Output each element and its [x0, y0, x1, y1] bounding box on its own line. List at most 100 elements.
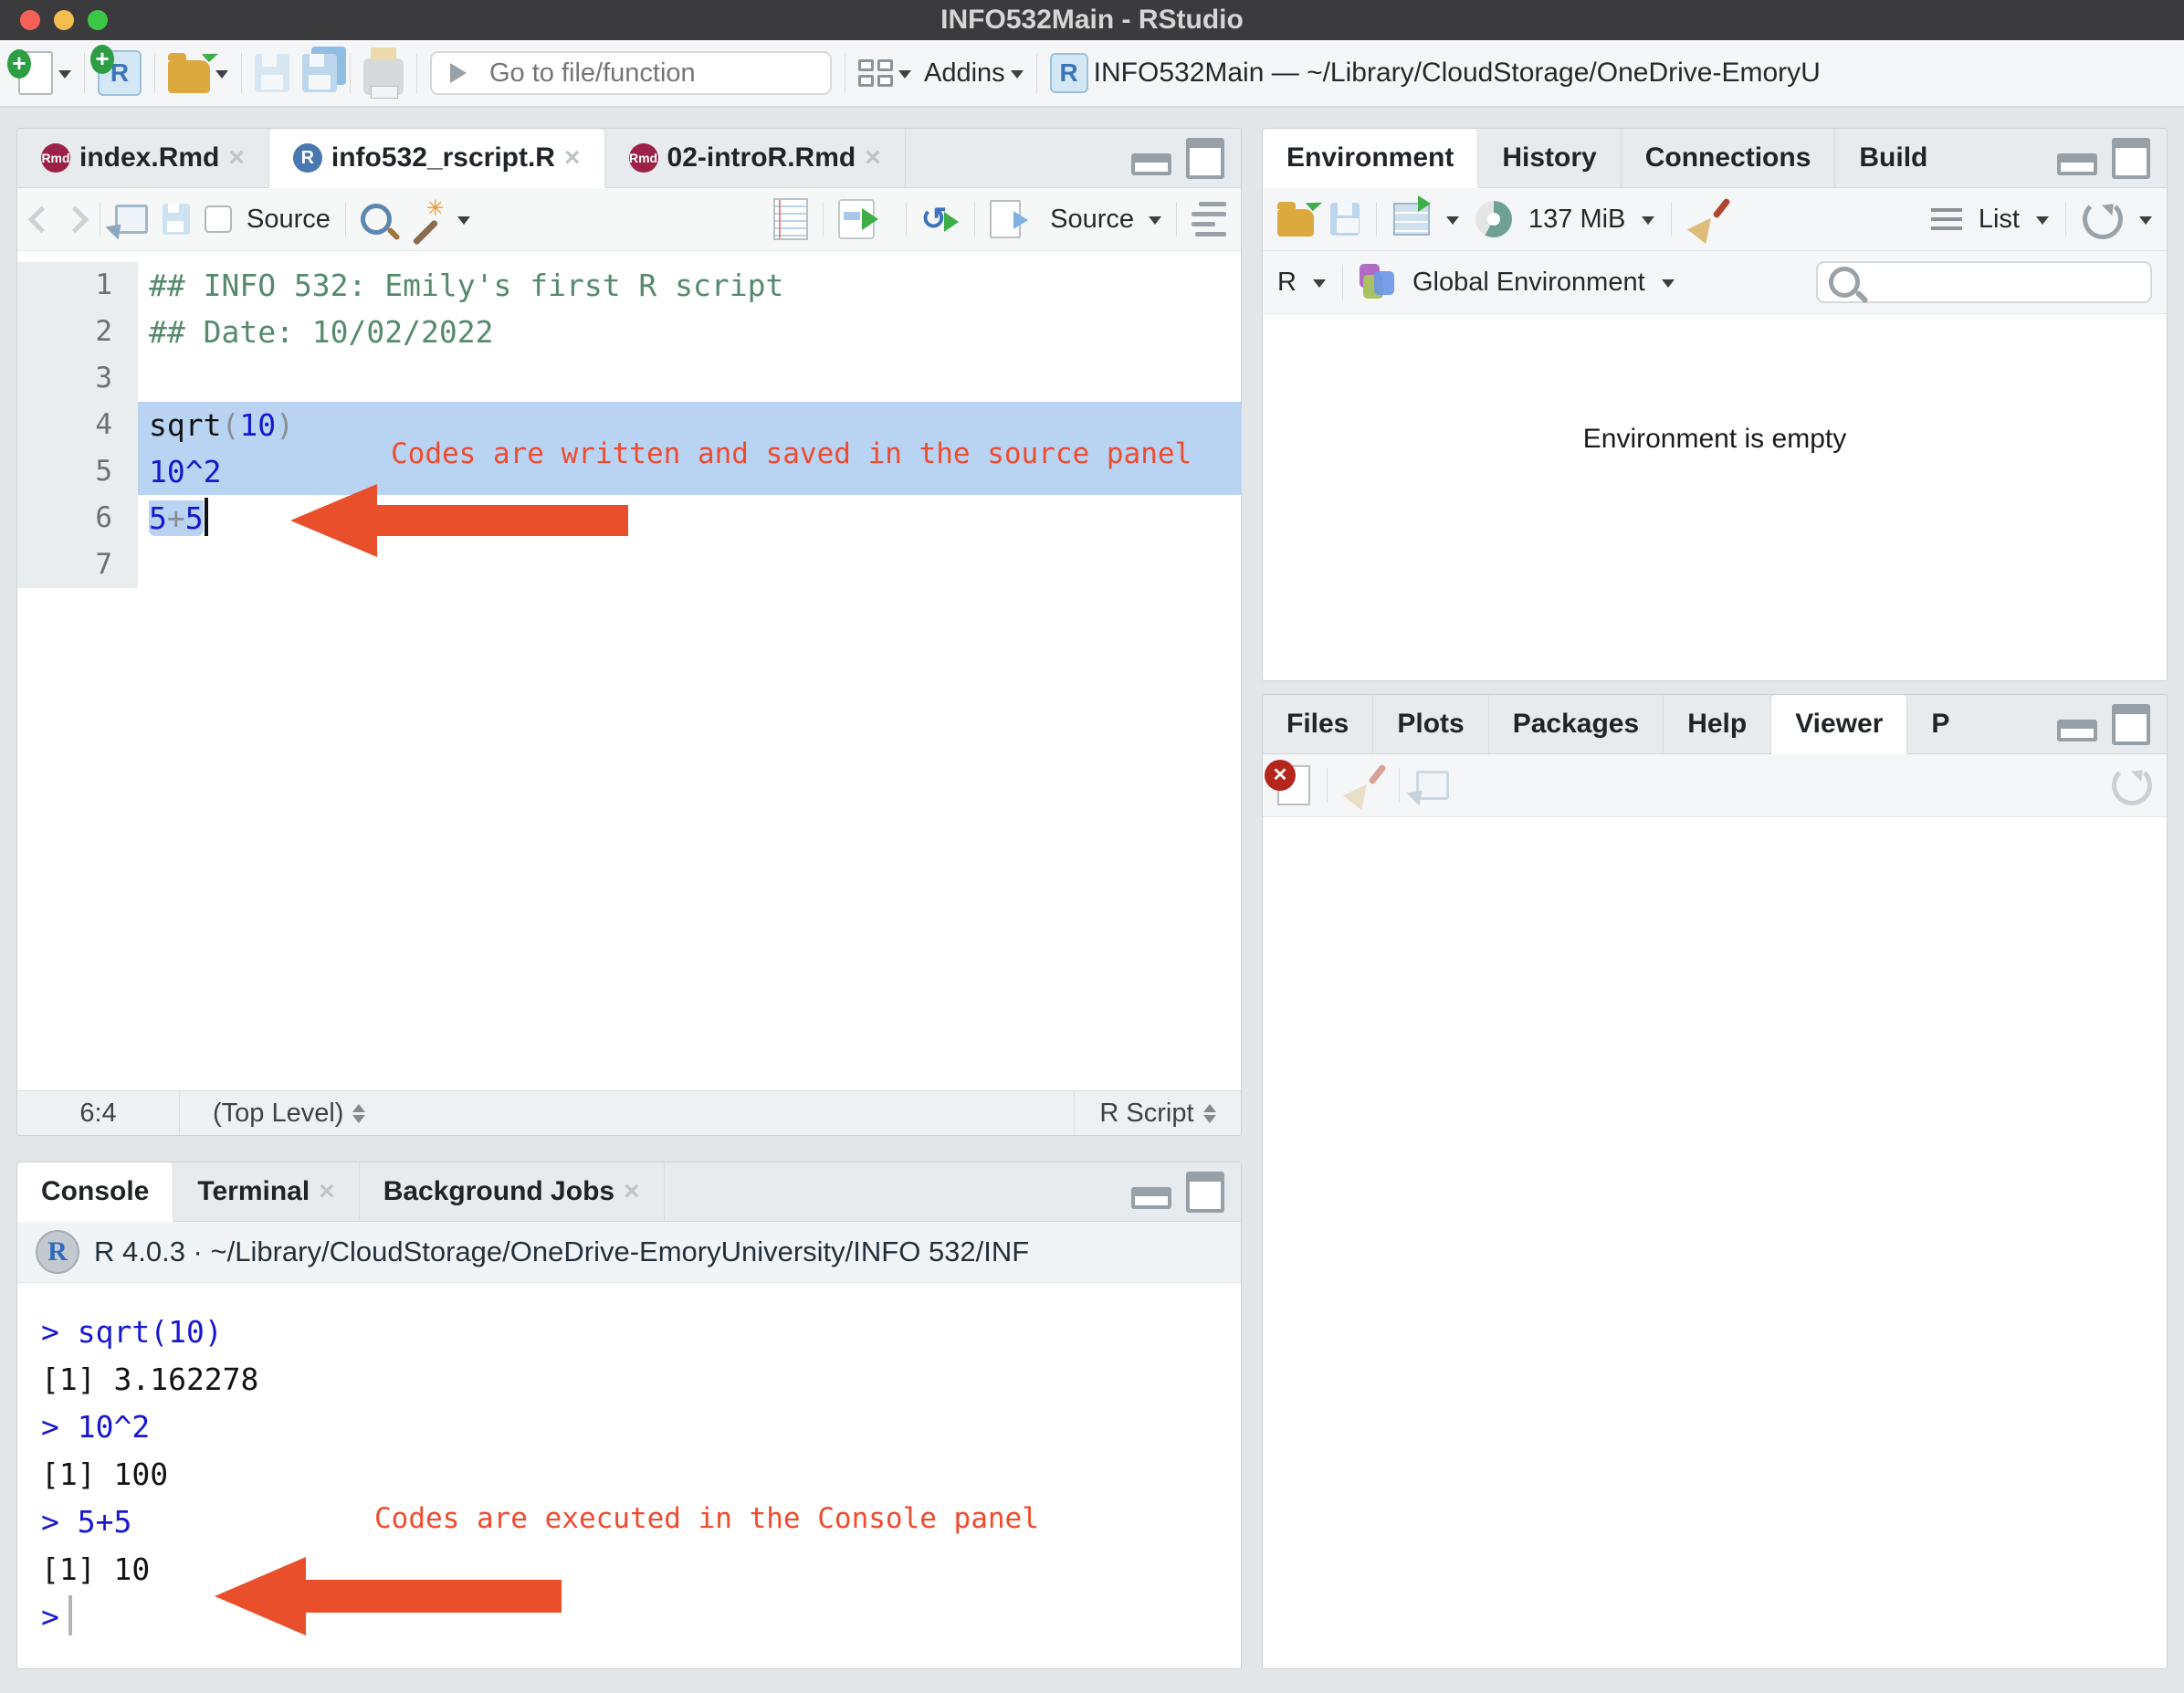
r-logo-icon: R [36, 1230, 79, 1274]
memory-usage-icon[interactable] [1475, 201, 1512, 237]
scope-selector[interactable]: (Top Level) [180, 1091, 1074, 1135]
code-token: ## Date: 10/02/2022 [149, 314, 494, 350]
print-button[interactable] [363, 51, 404, 95]
new-file-button[interactable]: + [18, 51, 71, 95]
refresh-viewer-icon[interactable] [2112, 765, 2152, 805]
forward-icon[interactable] [62, 205, 89, 233]
tab-history[interactable]: History [1478, 129, 1621, 187]
maximize-pane-icon[interactable] [1186, 1172, 1224, 1213]
import-dataset-icon[interactable] [1393, 203, 1430, 236]
tab-connections[interactable]: Connections [1622, 129, 1836, 187]
search-icon [1829, 267, 1860, 298]
tab-index-rmd[interactable]: Rmd index.Rmd × [17, 129, 269, 187]
rmd-file-icon: Rmd [629, 143, 658, 173]
close-icon[interactable]: × [624, 1176, 640, 1207]
console-prompt: > [41, 1504, 59, 1540]
source-on-save-label: Source [247, 205, 331, 235]
save-all-button[interactable] [302, 54, 337, 92]
chevron-down-icon [1149, 216, 1161, 231]
tab-background-jobs[interactable]: Background Jobs × [360, 1162, 665, 1221]
environment-search-box[interactable] [1816, 261, 2152, 303]
list-view-label[interactable]: List [1979, 205, 2020, 235]
document-outline-icon[interactable] [1192, 202, 1226, 237]
save-source-icon[interactable] [163, 204, 190, 235]
close-icon[interactable]: × [228, 142, 245, 174]
tab-environment[interactable]: Environment [1263, 129, 1478, 188]
tab-terminal[interactable]: Terminal × [173, 1162, 359, 1221]
tab-console[interactable]: Console [17, 1162, 173, 1222]
tab-help[interactable]: Help [1664, 695, 1771, 753]
chevron-down-icon [1011, 70, 1024, 85]
tab-viewer[interactable]: Viewer [1771, 695, 1907, 754]
tab-label: Build [1859, 142, 1927, 174]
list-view-icon[interactable] [1931, 208, 1962, 230]
open-in-new-window-icon[interactable] [115, 205, 148, 234]
load-workspace-icon[interactable] [1277, 209, 1314, 237]
minimize-pane-icon[interactable] [1131, 1187, 1171, 1209]
tab-02-intror-rmd[interactable]: Rmd 02-introR.Rmd × [605, 129, 906, 187]
find-replace-icon[interactable] [361, 204, 392, 235]
source-annotation-text: Codes are written and saved in the sourc… [391, 437, 1192, 470]
minimize-pane-icon[interactable] [2057, 720, 2097, 741]
tab-packages[interactable]: Packages [1489, 695, 1664, 753]
window-title: INFO532Main - RStudio [0, 5, 2184, 36]
rerun-icon[interactable]: ↺ [921, 201, 948, 237]
project-menu[interactable]: R INFO532Main — ~/Library/CloudStorage/O… [1050, 53, 2184, 93]
goto-file-function-input[interactable] [488, 58, 793, 89]
maximize-pane-icon[interactable] [2112, 138, 2150, 179]
code-tools-icon[interactable] [406, 201, 443, 237]
pane-layout-icon [858, 59, 893, 87]
tab-presentation-clipped[interactable]: P [1907, 695, 1953, 753]
chevron-down-icon [898, 70, 911, 85]
tab-info532-rscript[interactable]: R info532_rscript.R × [269, 129, 605, 188]
new-project-button[interactable]: R+ [98, 50, 142, 96]
tab-build[interactable]: Build [1835, 129, 1951, 187]
back-icon[interactable] [28, 205, 56, 233]
close-icon[interactable]: × [564, 142, 581, 174]
clear-objects-icon[interactable] [1688, 199, 1727, 239]
clear-all-viewer-icon[interactable] [1344, 765, 1382, 805]
language-selector[interactable]: R [1277, 268, 1297, 298]
environment-selector[interactable]: Global Environment [1412, 268, 1645, 298]
code-token: 10 [239, 407, 276, 443]
console-result: [1] 100 [41, 1456, 168, 1492]
maximize-pane-icon[interactable] [1186, 138, 1224, 179]
line-number: 1 [17, 262, 138, 309]
open-file-button[interactable] [168, 53, 228, 93]
source-button-label[interactable]: Source [1050, 205, 1134, 235]
maximize-pane-icon[interactable] [2112, 704, 2150, 745]
tab-label: info532_rscript.R [331, 142, 555, 174]
memory-usage-label[interactable]: 137 MiB [1528, 205, 1625, 235]
open-in-new-window-icon[interactable] [1416, 771, 1449, 800]
run-icon[interactable] [838, 199, 875, 239]
chevron-down-icon [457, 216, 470, 231]
save-workspace-icon[interactable] [1330, 203, 1360, 236]
clear-viewer-icon[interactable] [1277, 765, 1310, 805]
minimize-pane-icon[interactable] [2057, 153, 2097, 175]
code-editor[interactable]: 1 ## INFO 532: Emily's first R script 2 … [17, 251, 1241, 1090]
goto-file-function-box[interactable] [430, 51, 832, 95]
compile-report-icon[interactable] [773, 198, 808, 240]
tab-files[interactable]: Files [1263, 695, 1373, 753]
refresh-icon[interactable] [2083, 199, 2123, 239]
minimize-pane-icon[interactable] [1131, 153, 1171, 175]
editor-statusbar: 6:4 (Top Level) R Script [17, 1090, 1241, 1135]
console-input: 5+5 [78, 1504, 132, 1540]
source-file-icon[interactable] [990, 200, 1021, 238]
environment-search-input[interactable] [1869, 267, 2168, 298]
tab-plots[interactable]: Plots [1373, 695, 1488, 753]
save-button[interactable] [255, 54, 289, 92]
pane-layout-button[interactable] [858, 59, 911, 87]
close-icon[interactable]: × [319, 1176, 335, 1207]
addins-menu[interactable]: Addins [924, 58, 1024, 89]
console-input: 10^2 [78, 1409, 150, 1445]
file-type-selector[interactable]: R Script [1074, 1091, 1241, 1135]
close-icon[interactable]: × [865, 142, 881, 174]
files-pane: Files Plots Packages Help Viewer P [1262, 694, 2168, 1669]
console-input [59, 1314, 78, 1350]
text-cursor [205, 498, 208, 536]
console-output[interactable]: > sqrt(10) [1] 3.162278 > 10^2 [1] 100 >… [17, 1283, 1241, 1668]
chevron-down-icon [2139, 216, 2152, 231]
tab-label: Help [1687, 709, 1747, 740]
source-on-save-checkbox[interactable] [205, 205, 232, 233]
